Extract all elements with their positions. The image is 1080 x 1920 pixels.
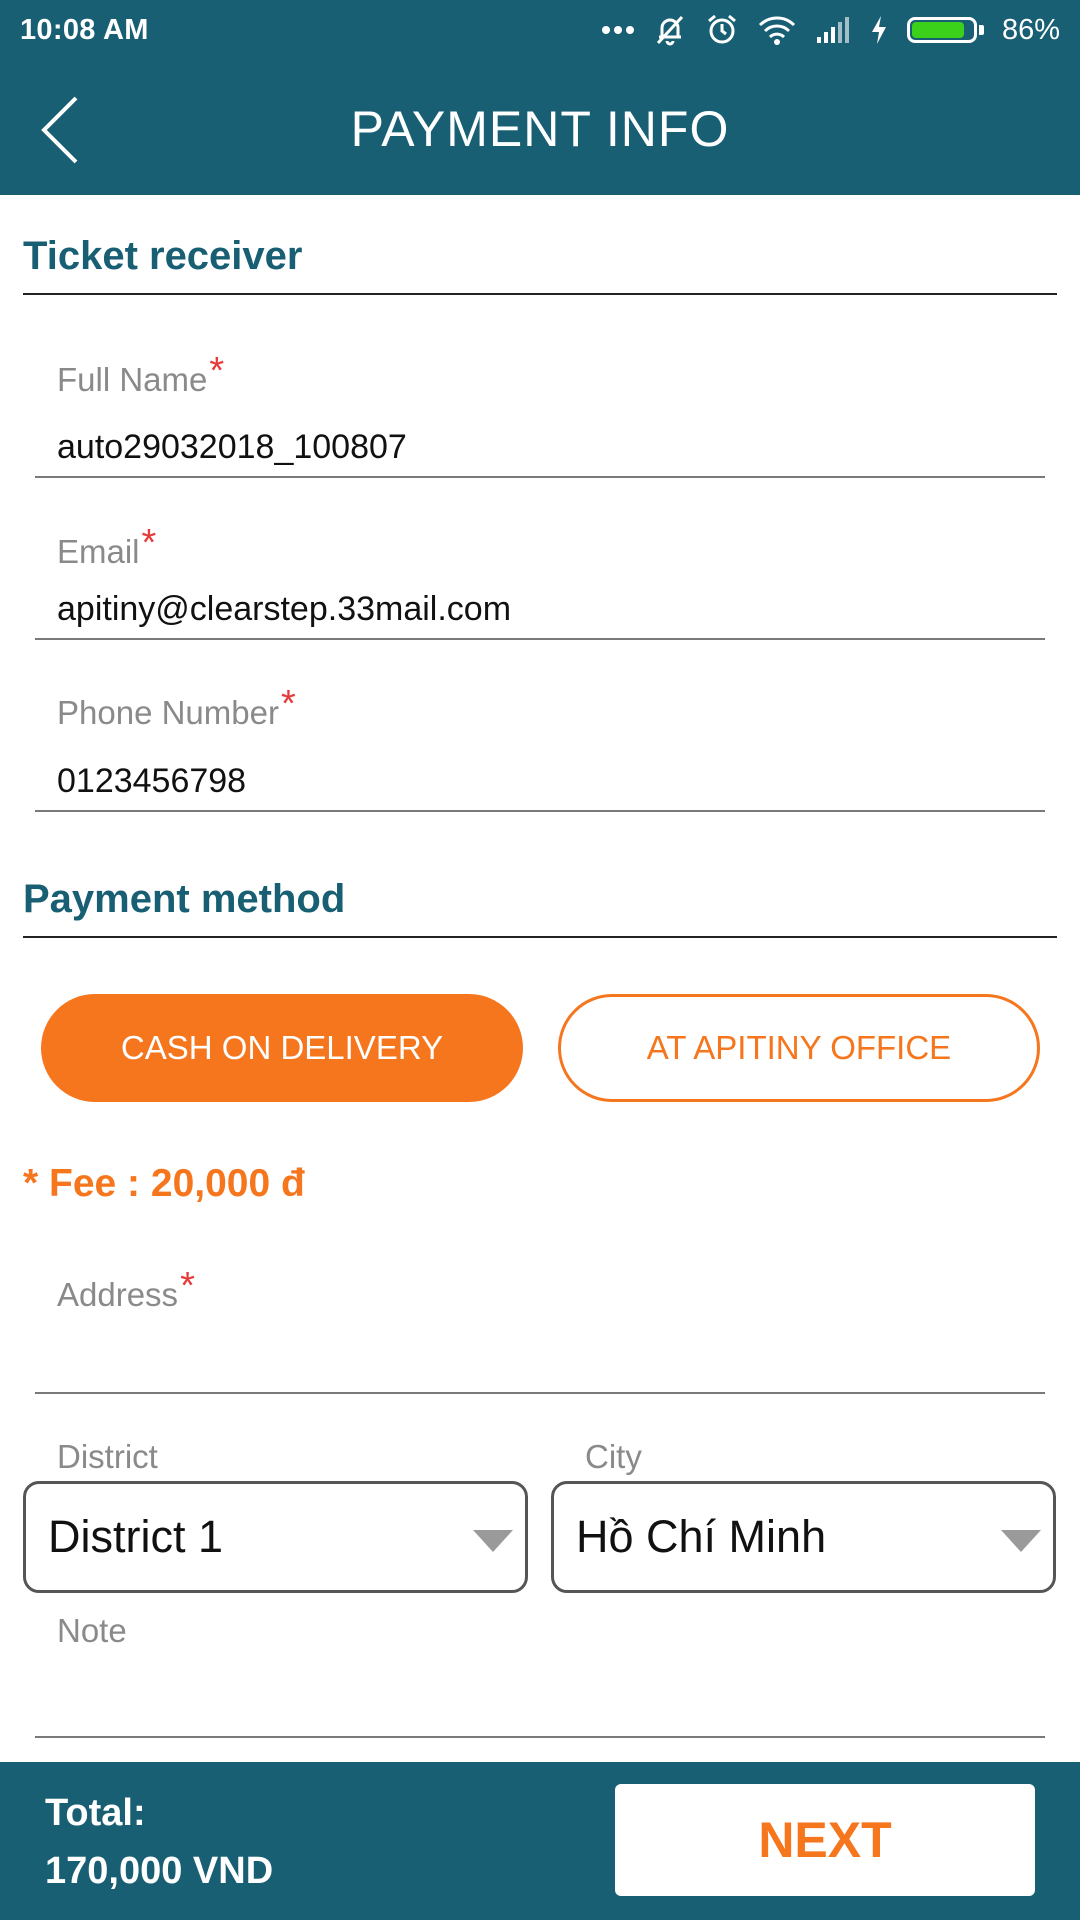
section-title-payment-method: Payment method	[23, 877, 1057, 938]
status-time: 10:08 AM	[20, 13, 149, 46]
district-label: District	[57, 1438, 158, 1475]
note-underline	[35, 1736, 1045, 1738]
app-bar: PAYMENT INFO	[0, 60, 1080, 195]
total-label: Total:	[45, 1792, 146, 1834]
next-button[interactable]: NEXT	[615, 1784, 1035, 1896]
city-label: City	[585, 1438, 642, 1475]
total-value: 170,000 VND	[45, 1850, 274, 1892]
required-marker: *	[180, 1265, 195, 1307]
dropdown-arrow-icon	[1001, 1530, 1041, 1552]
battery-icon	[906, 17, 984, 43]
section-title-ticket-receiver: Ticket receiver	[23, 234, 1057, 295]
battery-percent: 86%	[1001, 13, 1060, 46]
wifi-icon	[758, 16, 796, 45]
required-marker: *	[141, 522, 157, 564]
email-label: Email*	[57, 522, 157, 570]
charging-icon	[871, 16, 886, 44]
email-underline	[35, 638, 1045, 640]
at-office-button[interactable]: AT APITINY OFFICE	[558, 994, 1040, 1102]
address-label: Address*	[57, 1265, 195, 1313]
fee-text: * Fee : 20,000 đ	[23, 1162, 305, 1205]
phone-underline	[35, 810, 1045, 812]
email-field[interactable]: apitiny@clearstep.33mail.com	[57, 590, 511, 629]
district-value: District 1	[48, 1511, 224, 1562]
signal-icon	[816, 17, 849, 43]
cash-on-delivery-button[interactable]: CASH ON DELIVERY	[41, 994, 523, 1102]
phone-field[interactable]: 0123456798	[57, 762, 246, 801]
required-marker: *	[209, 350, 225, 392]
address-field[interactable]	[57, 1332, 1047, 1382]
status-icons: 86%	[601, 13, 1060, 47]
silent-icon	[656, 15, 684, 46]
alarm-icon	[707, 14, 736, 44]
page-title: PAYMENT INFO	[350, 101, 730, 157]
address-underline	[35, 1392, 1045, 1394]
note-label: Note	[57, 1612, 127, 1649]
more-dots-icon	[601, 26, 634, 34]
bottom-bar: Total: 170,000 VND NEXT	[0, 1762, 1080, 1920]
phone-label: Phone Number*	[57, 683, 296, 731]
status-bar: 10:08 AM 86%	[0, 0, 1080, 60]
required-marker: *	[280, 683, 296, 725]
city-value: Hồ Chí Minh	[576, 1511, 827, 1562]
full-name-field[interactable]: auto29032018_100807	[57, 428, 407, 467]
city-select[interactable]: Hồ Chí Minh	[551, 1481, 1056, 1593]
dropdown-arrow-icon	[473, 1530, 513, 1552]
district-select[interactable]: District 1	[23, 1481, 528, 1593]
note-field[interactable]	[57, 1676, 1047, 1726]
full-name-label: Full Name*	[57, 350, 225, 398]
full-name-underline	[35, 476, 1045, 478]
